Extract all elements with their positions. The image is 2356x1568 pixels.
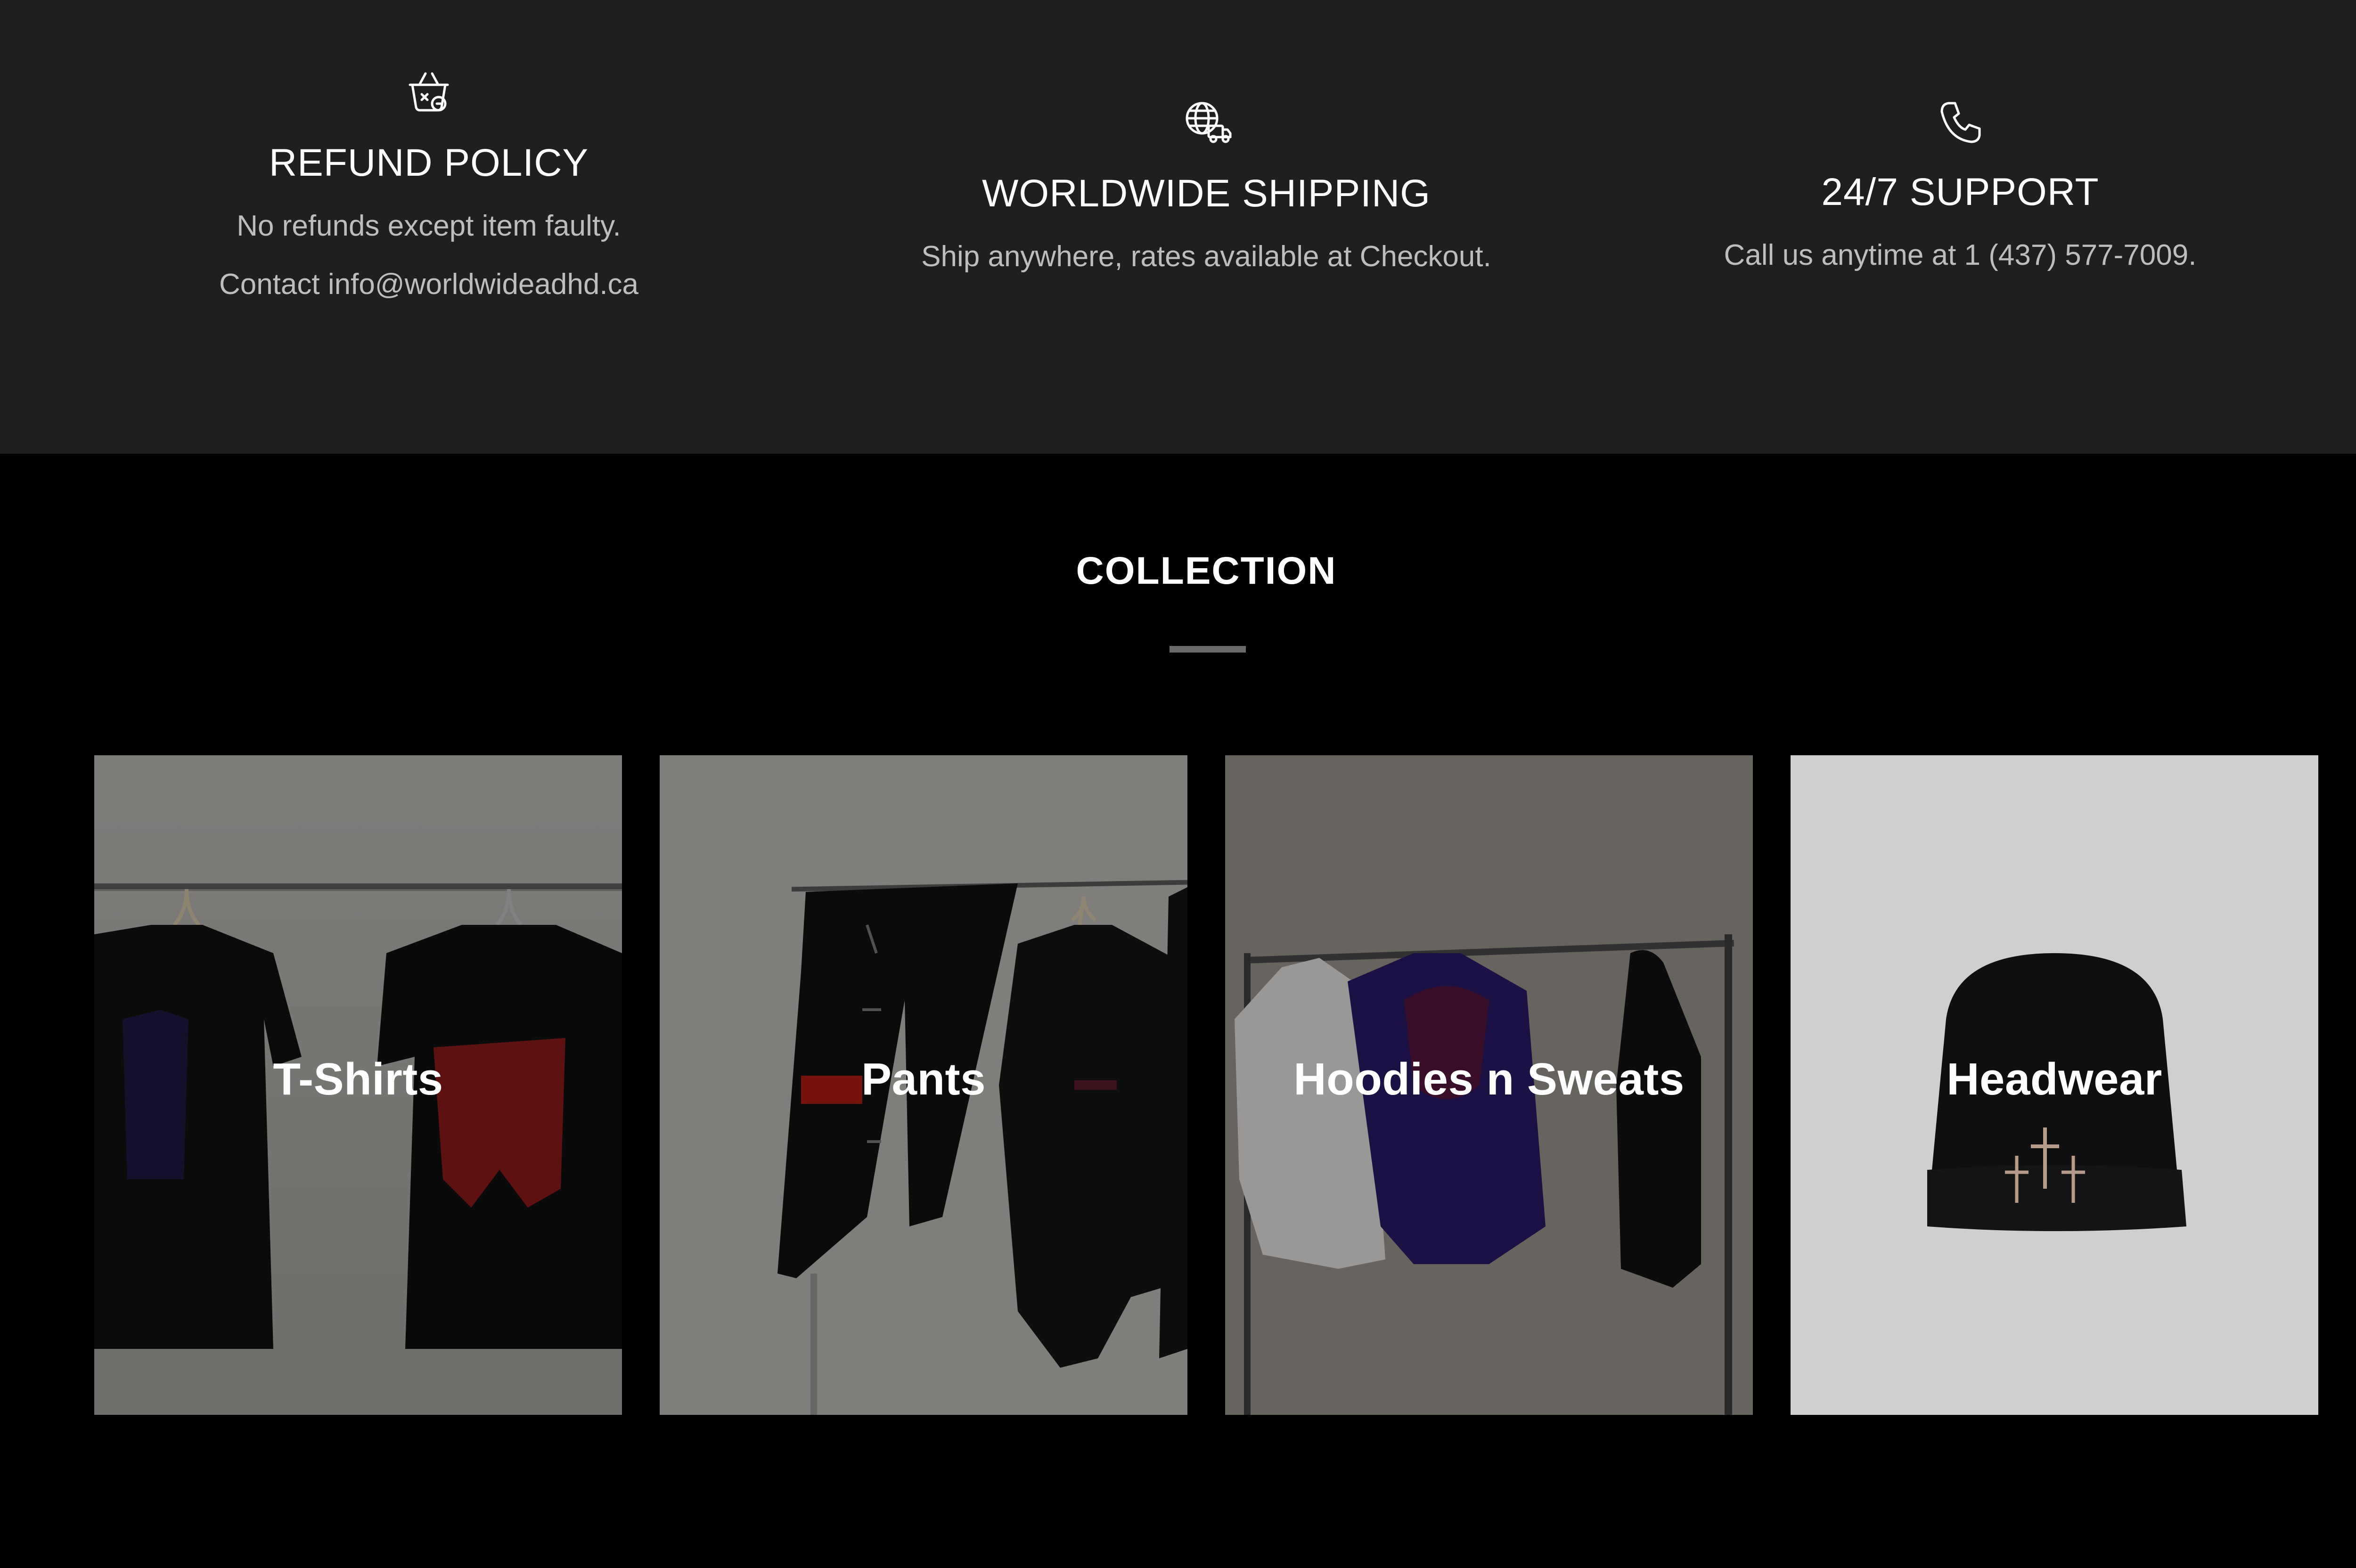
collection-card-hoodies-n-sweats[interactable]: Hoodies n Sweats	[1225, 755, 1753, 1415]
collection-divider	[1170, 646, 1246, 653]
basket-cancel-icon	[403, 66, 455, 118]
collection-title: COLLECTION	[1076, 549, 1337, 592]
worldwide-shipping-text: Ship anywhere, rates available at Checko…	[921, 240, 1491, 273]
worldwide-shipping-title: WORLDWIDE SHIPPING	[982, 172, 1431, 215]
refund-policy-text: No refunds except item faulty.	[237, 210, 621, 242]
t-shirts-label: T-Shirts	[273, 1054, 443, 1104]
refund-contact-text: Contact info@worldwideadhd.ca	[219, 268, 639, 301]
phone-icon	[1934, 97, 1986, 148]
headwear-label: Headwear	[1947, 1054, 2162, 1104]
feature-refund-policy: REFUND POLICY No refunds except item fau…	[42, 0, 815, 299]
collection-card-pants[interactable]: Pants	[660, 755, 1187, 1415]
feature-worldwide-shipping: WORLDWIDE SHIPPING Ship anywhere, rates …	[820, 0, 1593, 271]
globe-truck-icon	[1180, 97, 1232, 148]
pants-label: Pants	[861, 1054, 986, 1104]
hoodies-n-sweats-label: Hoodies n Sweats	[1293, 1054, 1685, 1104]
collection-section: COLLECTION T-Shirts Pants Hoodies n Swea…	[0, 454, 2356, 1568]
collection-card-headwear[interactable]: Headwear	[1791, 755, 2318, 1415]
refund-policy-title: REFUND POLICY	[269, 141, 589, 184]
collection-card-t-shirts[interactable]: T-Shirts	[94, 755, 622, 1415]
feature-support: 24/7 SUPPORT Call us anytime at 1 (437) …	[1574, 0, 2347, 270]
support-title: 24/7 SUPPORT	[1821, 171, 2099, 213]
support-text: Call us anytime at 1 (437) 577-7009.	[1724, 239, 2197, 271]
features-strip: REFUND POLICY No refunds except item fau…	[0, 0, 2356, 454]
